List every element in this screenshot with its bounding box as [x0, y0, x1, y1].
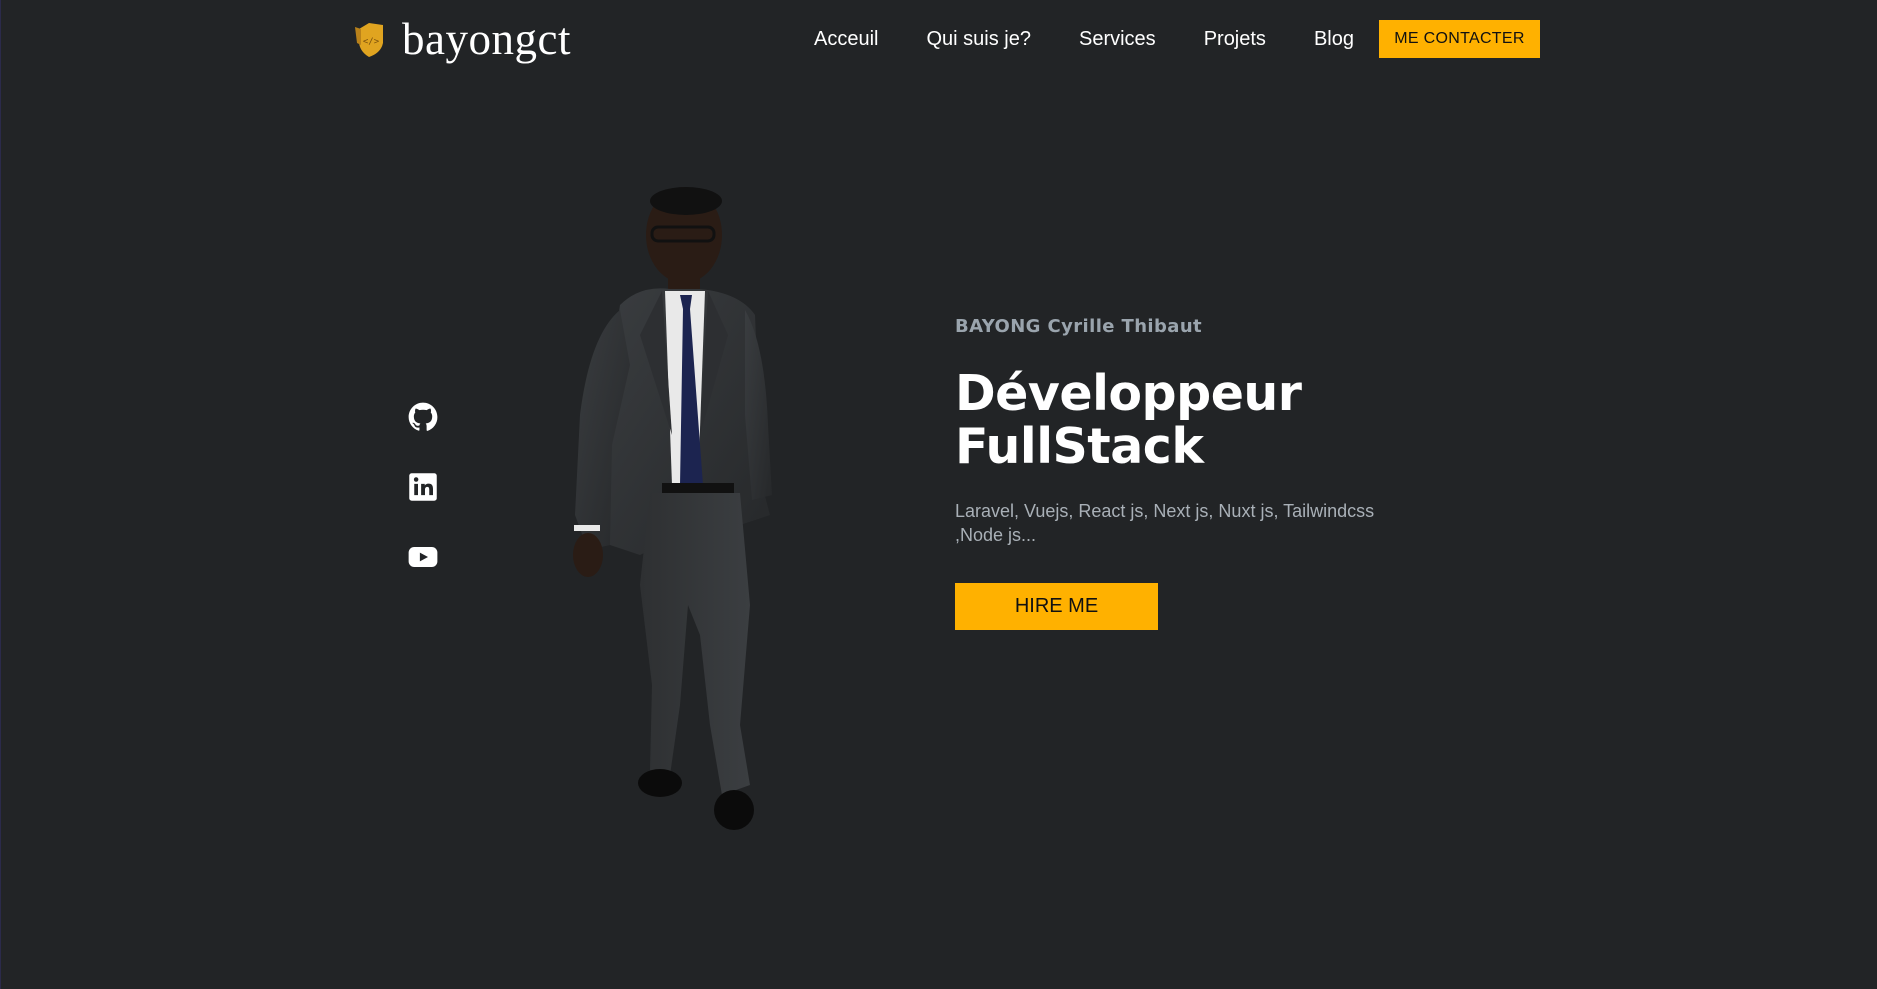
social-links	[408, 402, 438, 612]
page-frame	[0, 0, 1877, 989]
linkedin-link[interactable]	[408, 472, 438, 502]
github-link[interactable]	[408, 402, 438, 432]
nav-item-blog[interactable]: Blog	[1314, 28, 1354, 51]
developer-portrait-photo	[540, 185, 810, 845]
contact-button[interactable]: ME CONTACTER	[1379, 20, 1540, 58]
brand-name: bayongct	[402, 14, 571, 64]
github-icon	[408, 402, 438, 431]
nav-item-acceuil[interactable]: Acceuil	[814, 28, 878, 51]
hero-name: BAYONG Cyrille Thibaut	[955, 316, 1203, 337]
code-shield-logo-icon: </>	[355, 19, 387, 59]
nav-item-services[interactable]: Services	[1079, 28, 1156, 51]
nav-item-projets[interactable]: Projets	[1204, 28, 1266, 51]
hero-section: BAYONG Cyrille Thibaut Développeur FullS…	[955, 316, 1435, 630]
nav-item-qui-suis-je[interactable]: Qui suis je?	[926, 28, 1031, 51]
hero-skills: Laravel, Vuejs, React js, Next js, Nuxt …	[955, 501, 1375, 545]
brand-logo-link[interactable]: </> bayongct	[355, 14, 571, 64]
hire-me-button[interactable]: HIRE ME	[955, 583, 1158, 630]
hero-title-line-1: Développeur	[955, 365, 1302, 422]
site-header: </> bayongct Acceuil Qui suis je? Servic…	[0, 0, 1877, 78]
main-nav: Acceuil Qui suis je? Services Projets Bl…	[790, 20, 1378, 58]
svg-text:</>: </>	[363, 37, 380, 47]
youtube-icon	[408, 547, 438, 567]
hero-title: Développeur FullStack	[955, 367, 1435, 473]
youtube-link[interactable]	[408, 542, 438, 572]
linkedin-icon	[409, 473, 437, 501]
hero-title-line-2: FullStack	[955, 418, 1204, 475]
